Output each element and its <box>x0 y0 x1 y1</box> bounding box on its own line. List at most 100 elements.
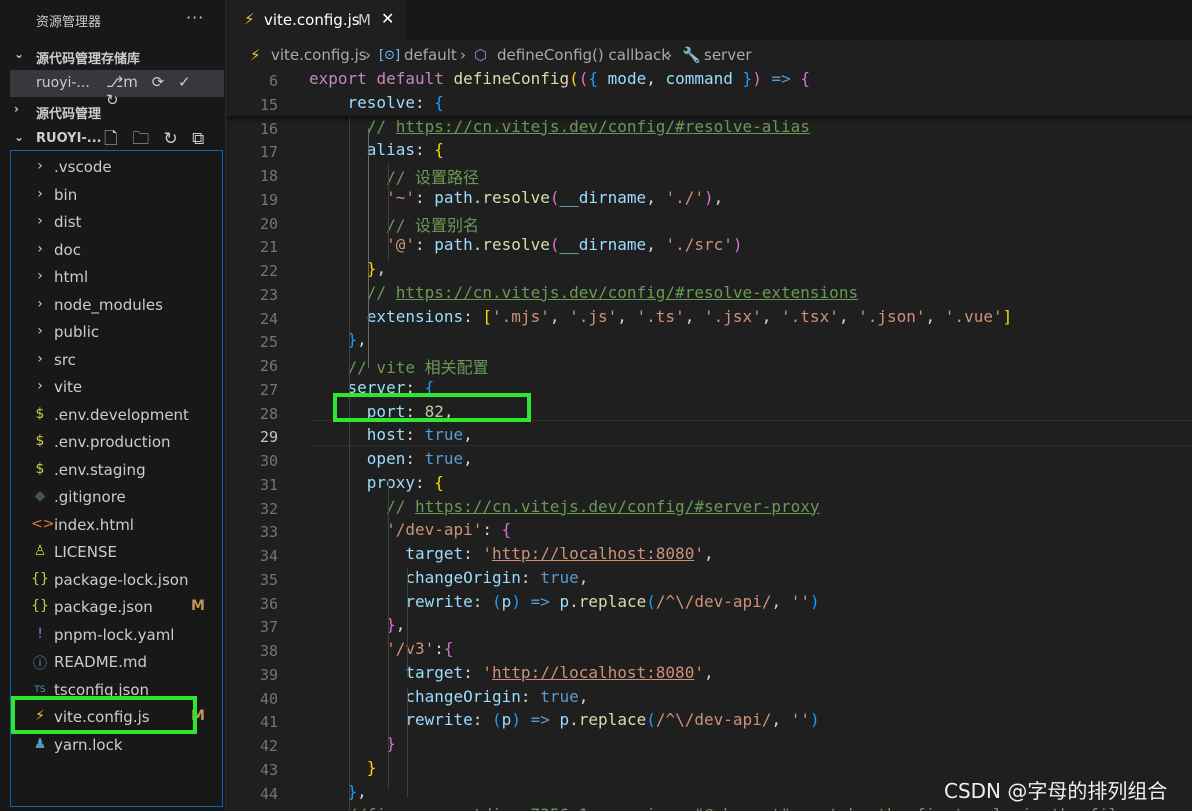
tree-item-env-development[interactable]: $ .env.development <box>11 402 222 428</box>
code-line[interactable]: } <box>309 758 377 777</box>
scm-section[interactable]: › 源代码管理 <box>0 100 226 122</box>
code-line[interactable]: }, <box>309 330 367 349</box>
refresh-explorer-icon[interactable]: ↻ <box>163 129 177 149</box>
chevron-down-icon: ⌄ <box>14 130 25 144</box>
new-folder-icon[interactable]: 🗀 <box>132 129 149 149</box>
indent-guide <box>388 164 389 260</box>
line-number: 25 <box>259 333 278 352</box>
tree-item-label: .env.development <box>54 405 189 424</box>
tree-item-label: yarn.lock <box>54 735 123 754</box>
tree-item-node-modules[interactable]: › node_modules <box>11 292 222 318</box>
code-line[interactable]: // 设置别名 <box>309 212 479 236</box>
tree-item-package-json[interactable]: {} package.json M <box>11 594 222 620</box>
code-line[interactable]: '/v3':{ <box>309 639 453 658</box>
code-line[interactable]: // 设置路径 <box>309 164 479 188</box>
code-line[interactable]: }, <box>309 259 386 278</box>
code-line[interactable]: } <box>309 734 396 753</box>
tree-item-dist[interactable]: › dist <box>11 209 222 235</box>
tree-item-src[interactable]: › src <box>11 347 222 373</box>
file-type-icon: ♙ <box>33 543 47 559</box>
tree-item-vscode[interactable]: › .vscode <box>11 154 222 180</box>
property-icon: 🔧 <box>682 46 701 64</box>
tree-item-vite[interactable]: › vite <box>11 374 222 400</box>
chevron-right-icon: › <box>37 213 43 229</box>
tab-vite-config[interactable]: ⚡ vite.config.js M ✕ <box>226 0 406 40</box>
line-number: 19 <box>259 190 278 209</box>
code-line[interactable]: extensions: ['.mjs', '.js', '.ts', '.jsx… <box>309 307 1012 326</box>
tree-item-package-lock-json[interactable]: {} package-lock.json <box>11 567 222 593</box>
breadcrumb-callback[interactable]: defineConfig() callback <box>497 46 670 64</box>
line-number: 36 <box>259 594 278 613</box>
code-line[interactable]: }, <box>309 615 405 634</box>
scm-repository-row[interactable]: ruoyi-... ⎇m ⟳ ✓ ↻ <box>10 70 224 109</box>
tree-item-readme-md[interactable]: ⓘ README.md <box>11 649 222 675</box>
line-number: 16 <box>259 119 278 138</box>
repo-name: ruoyi-... <box>36 75 90 91</box>
tree-item-public[interactable]: › public <box>11 319 222 345</box>
scm-repositories-section[interactable]: ⌄ 源代码管理存储库 <box>0 45 226 67</box>
code-line[interactable]: alias: { <box>309 140 444 159</box>
code-line[interactable]: resolve: { <box>309 93 444 112</box>
code-line[interactable]: // https://cn.vitejs.dev/config/#resolve… <box>309 283 858 302</box>
code-editor[interactable]: 6 15 16 17 18 19 20 21 22 23 24 25 26 27 28 29 30 31 32 33 3… <box>226 68 1192 811</box>
line-number: 38 <box>259 642 278 660</box>
code-line[interactable]: '/dev-api': { <box>309 520 511 539</box>
branch-icon[interactable]: ⎇m <box>106 73 138 91</box>
tree-item-label: .gitignore <box>54 488 126 506</box>
breadcrumb-file[interactable]: vite.config.js <box>271 46 367 64</box>
code-line[interactable]: '@': path.resolve(__dirname, './src') <box>309 235 742 254</box>
tree-item-doc[interactable]: › doc <box>11 237 222 263</box>
code-line[interactable]: target: 'http://localhost:8080', <box>309 544 713 563</box>
code-line[interactable]: changeOrigin: true, <box>309 687 588 706</box>
tree-item-bin[interactable]: › bin <box>11 182 222 208</box>
code-line[interactable]: // vite 相关配置 <box>309 354 489 378</box>
file-type-icon: {} <box>31 598 49 614</box>
code-line[interactable]: '~': path.resolve(__dirname, './'), <box>309 188 723 207</box>
tree-item-label: dist <box>54 213 82 231</box>
chevron-right-icon: › <box>37 158 43 174</box>
tree-item-label: pnpm-lock.yaml <box>54 625 175 644</box>
sync-icon[interactable]: ⟳ <box>152 73 165 91</box>
chevron-right-icon: › <box>37 240 43 257</box>
line-number: 22 <box>259 262 278 280</box>
tree-item-label: doc <box>54 240 81 259</box>
line-number: 31 <box>259 475 278 494</box>
tree-item-license[interactable]: ♙ LICENSE <box>11 539 222 565</box>
code-line[interactable]: export default defineConfig(({ mode, com… <box>309 69 810 88</box>
tree-item-yarn-lock[interactable]: ♟ yarn.lock <box>11 732 222 758</box>
line-number: 6 <box>268 72 278 90</box>
new-file-icon[interactable]: 🗋 <box>104 129 118 149</box>
line-number: 41 <box>259 713 278 732</box>
breadcrumb-server[interactable]: server <box>704 46 751 64</box>
commit-icon[interactable]: ✓ <box>178 73 191 91</box>
collapse-all-icon[interactable]: ⧉ <box>192 129 204 149</box>
tree-item-env-staging[interactable]: $ .env.staging <box>11 457 222 483</box>
code-line[interactable]: open: true, <box>309 449 473 468</box>
close-icon[interactable]: ✕ <box>381 9 394 28</box>
tree-item-index-html[interactable]: <> index.html <box>11 512 222 538</box>
tree-item-gitignore[interactable]: ◆ .gitignore <box>11 484 222 510</box>
tree-item-label: package.json <box>54 598 153 616</box>
code-line[interactable]: target: 'http://localhost:8080', <box>309 663 713 682</box>
tree-item-env-production[interactable]: $ .env.production <box>11 429 222 455</box>
line-number: 33 <box>259 523 278 542</box>
code-line[interactable]: changeOrigin: true, <box>309 568 588 587</box>
chevron-right-icon: › <box>37 185 43 202</box>
tree-item-html[interactable]: › html <box>11 264 222 290</box>
line-number: 43 <box>259 760 278 779</box>
code-line[interactable]: proxy: { <box>309 473 444 492</box>
breadcrumb-default[interactable]: default <box>404 46 457 64</box>
more-actions-button[interactable]: ··· <box>186 8 204 27</box>
code-line[interactable]: // https://cn.vitejs.dev/config/#server-… <box>309 497 819 516</box>
tab-label: vite.config.js <box>264 11 360 29</box>
line-number: 37 <box>259 618 278 637</box>
code-line[interactable]: //fix:error:stdin>:7356:1: warning: "@ch… <box>309 805 1128 811</box>
code-line[interactable]: rewrite: (p) => p.replace(/^\/dev-api/, … <box>309 710 819 729</box>
code-line[interactable]: host: true, <box>309 425 473 444</box>
tree-item-pnpm-lock-yaml[interactable]: ! pnpm-lock.yaml <box>11 622 222 648</box>
code-line[interactable]: }, <box>309 782 367 801</box>
tree-item-label: src <box>54 350 76 369</box>
code-line[interactable]: rewrite: (p) => p.replace(/^\/dev-api/, … <box>309 592 819 611</box>
chevron-right-icon: › <box>37 350 43 367</box>
code-line[interactable]: // https://cn.vitejs.dev/config/#resolve… <box>309 117 810 136</box>
